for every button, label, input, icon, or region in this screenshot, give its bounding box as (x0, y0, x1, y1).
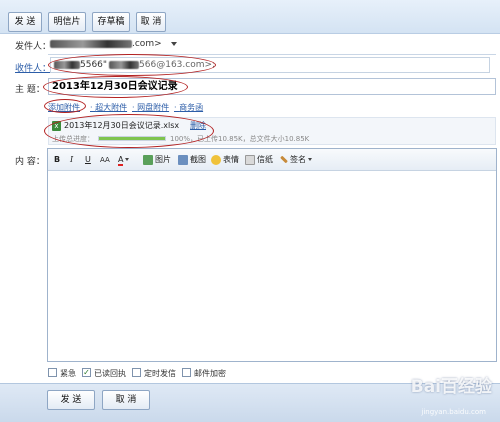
smiley-icon (211, 154, 221, 165)
to-label[interactable]: 收件人： (15, 61, 51, 74)
scheduled-send-label: 定时发信 (144, 369, 176, 378)
read-receipt-checkbox[interactable]: ✓ (82, 368, 91, 377)
cancel-button-bottom[interactable]: 取 消 (102, 390, 150, 410)
from-divider (48, 54, 496, 55)
upload-progress-fill (99, 137, 165, 140)
super-attachment-link[interactable]: · 超大附件 (90, 102, 127, 113)
send-button-top[interactable]: 发 送 (8, 12, 42, 32)
rich-text-editor[interactable]: B I U AA A 图片 截图 表情 信纸 签名 (47, 148, 497, 362)
font-color-button[interactable]: A (118, 153, 130, 167)
baidu-jingyan-watermark: Bai百经验 (410, 377, 492, 397)
business-letter-link[interactable]: · 商务函 (174, 102, 203, 113)
image-icon (143, 154, 153, 165)
subject-label: 主 题： (15, 85, 45, 95)
redacted-recipient-2 (109, 60, 140, 69)
letter-icon (245, 154, 255, 165)
screenshot-button[interactable]: 截图 (178, 153, 206, 167)
watermark-url: jingyan.baidu.com (421, 408, 486, 416)
add-attachment-link[interactable]: 添加附件 (48, 102, 80, 113)
font-size-button[interactable]: AA (100, 153, 110, 167)
editor-toolbar: B I U AA A 图片 截图 表情 信纸 签名 (48, 149, 496, 171)
netdisk-attachment-link[interactable]: · 网盘附件 (132, 102, 169, 113)
encrypt-checkbox[interactable] (182, 368, 191, 377)
upload-progress-text: 100%，已上传10.85K，总文件大小10.85K (170, 135, 310, 143)
scheduled-send-checkbox[interactable] (132, 368, 141, 377)
redacted-recipient (54, 60, 80, 69)
content-label: 内 容： (15, 157, 45, 167)
save-draft-button[interactable]: 存草稿 (92, 12, 130, 32)
urgent-label: 紧急 (60, 369, 76, 378)
subject-input[interactable]: 2013年12月30日会议记录 (48, 78, 496, 95)
send-button-bottom[interactable]: 发 送 (47, 390, 95, 410)
upload-progress-track (98, 136, 166, 141)
redacted-sender (50, 39, 132, 48)
upload-progress-label: 上传总进度： (52, 135, 94, 143)
bold-button[interactable]: B (54, 153, 60, 167)
scissors-icon (178, 154, 188, 165)
to-field[interactable]: 5566" 566@163.com>; (50, 57, 490, 73)
excel-file-icon: x (52, 121, 61, 131)
chevron-down-icon[interactable] (170, 41, 177, 46)
read-receipt-label: 已读回执 (94, 369, 126, 378)
encrypt-label: 邮件加密 (194, 369, 226, 378)
underline-button[interactable]: U (85, 153, 91, 167)
attachment-filename: 2013年12月30日会议记录.xlsx (64, 121, 180, 130)
urgent-checkbox[interactable] (48, 368, 57, 377)
emoji-button[interactable]: 表情 (211, 153, 239, 167)
check-icon: ✓ (83, 368, 90, 377)
chevron-down-icon (125, 158, 130, 161)
postcard-button[interactable]: 明信片 (48, 12, 86, 32)
from-field[interactable]: .com> (50, 35, 220, 53)
delete-attachment-link[interactable]: 删除 (190, 120, 206, 131)
top-toolbar: 发 送 明信片 存草稿 取 消 (0, 0, 500, 34)
image-button[interactable]: 图片 (143, 153, 171, 167)
pen-icon (280, 155, 288, 164)
italic-button[interactable]: I (70, 153, 73, 167)
signature-button[interactable]: 签名 (280, 153, 312, 167)
from-label: 发件人： (15, 42, 52, 52)
chevron-down-icon (308, 158, 312, 161)
cancel-button-top[interactable]: 取 消 (136, 12, 166, 32)
letter-paper-button[interactable]: 信纸 (245, 153, 273, 167)
